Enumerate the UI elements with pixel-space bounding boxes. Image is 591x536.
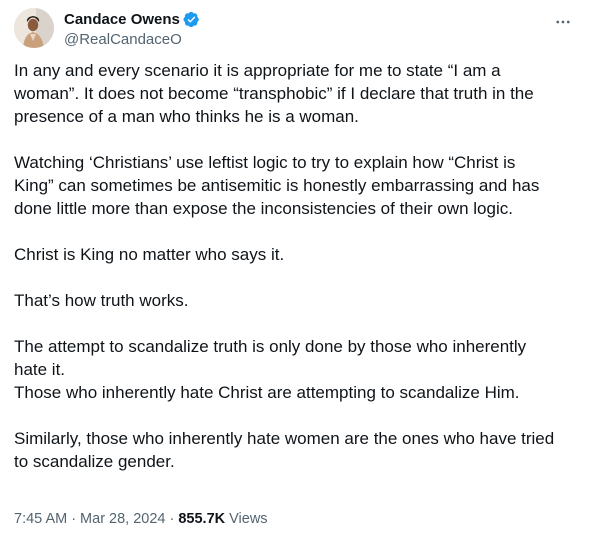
tweet-line: The attempt to scandalize truth is only … (14, 337, 527, 356)
views-label: Views (229, 511, 268, 527)
tweet-line: hate it. (14, 360, 66, 379)
tweet-line: King” can sometimes be antisemitic is ho… (14, 176, 540, 195)
tweet-line: Watching ‘Christians’ use leftist logic … (14, 153, 516, 172)
tweet-paragraph: Christ is King no matter who says it. (14, 243, 574, 266)
meta-separator: · (71, 511, 77, 527)
tweet-line: done little more than expose the inconsi… (14, 199, 513, 218)
tweet-text: In any and every scenario it is appropri… (14, 59, 574, 473)
tweet-line: Christ is King no matter who says it. (14, 245, 285, 264)
tweet-paragraph: Similarly, those who inherently hate wom… (14, 427, 574, 473)
tweet-line: presence of a man who thinks he is a wom… (14, 107, 359, 126)
tweet-line: That’s how truth works. (14, 291, 189, 310)
tweet-paragraph: In any and every scenario it is appropri… (14, 59, 574, 128)
tweet-header: Candace Owens @RealCandaceO (14, 8, 577, 50)
author-names: Candace Owens @RealCandaceO (64, 9, 200, 50)
more-options-button[interactable] (551, 10, 575, 34)
tweet-line: In any and every scenario it is appropri… (14, 61, 501, 80)
author-display-name[interactable]: Candace Owens (64, 11, 180, 28)
verified-badge-icon[interactable] (183, 11, 200, 28)
tweet: Candace Owens @RealCandaceO In any and e… (0, 0, 591, 536)
views-count: 855.7K (178, 511, 226, 527)
tweet-line: woman”. It does not become “transphobic”… (14, 84, 534, 103)
tweet-line: Those who inherently hate Christ are att… (14, 383, 520, 402)
name-row: Candace Owens (64, 9, 200, 29)
tweet-meta: 7:45 AM · Mar 28, 2024 · 855.7K Views (14, 509, 268, 529)
meta-separator: · (169, 511, 175, 527)
tweet-paragraph: Watching ‘Christians’ use leftist logic … (14, 151, 574, 220)
avatar[interactable] (14, 8, 54, 48)
tweet-time[interactable]: 7:45 AM (14, 511, 67, 527)
author-handle[interactable]: @RealCandaceO (64, 30, 200, 50)
tweet-paragraph: The attempt to scandalize truth is only … (14, 335, 574, 404)
tweet-line: Similarly, those who inherently hate wom… (14, 429, 555, 448)
tweet-paragraph: That’s how truth works. (14, 289, 574, 312)
tweet-date[interactable]: Mar 28, 2024 (80, 511, 165, 527)
more-horizontal-icon (556, 20, 570, 24)
tweet-line: to scandalize gender. (14, 452, 175, 471)
avatar-image (14, 8, 54, 48)
